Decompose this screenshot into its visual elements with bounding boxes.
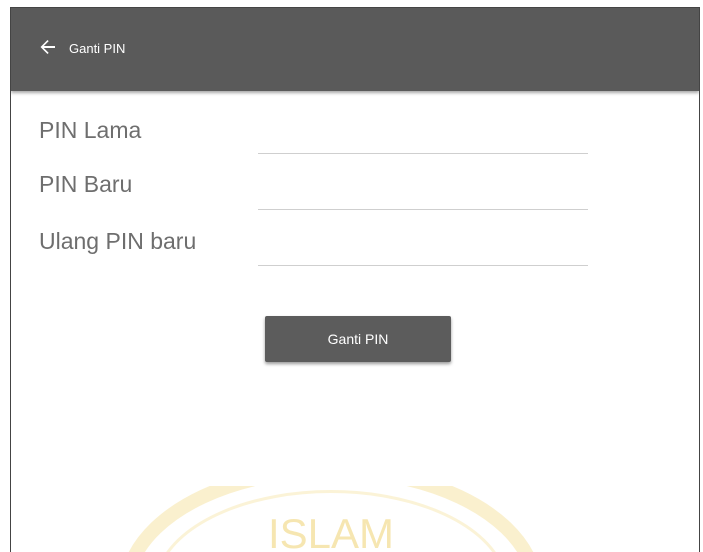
watermark-text: ISLAM xyxy=(268,510,394,552)
back-button[interactable] xyxy=(39,38,57,56)
arrow-left-icon xyxy=(40,40,55,54)
university-logo-watermark: ISLAM xyxy=(121,486,541,552)
old-pin-input[interactable] xyxy=(258,124,588,154)
repeat-pin-input[interactable] xyxy=(258,236,588,266)
new-pin-input[interactable] xyxy=(258,180,588,210)
repeat-pin-label: Ulang PIN baru xyxy=(39,228,197,254)
app-bar: Ganti PIN xyxy=(11,8,699,91)
old-pin-label: PIN Lama xyxy=(39,117,142,143)
change-pin-button[interactable]: Ganti PIN xyxy=(265,316,451,362)
new-pin-label: PIN Baru xyxy=(39,171,133,197)
page-title: Ganti PIN xyxy=(69,41,126,56)
app-screen: Ganti PIN PIN Lama PIN Baru Ulang PIN ba… xyxy=(10,7,700,552)
